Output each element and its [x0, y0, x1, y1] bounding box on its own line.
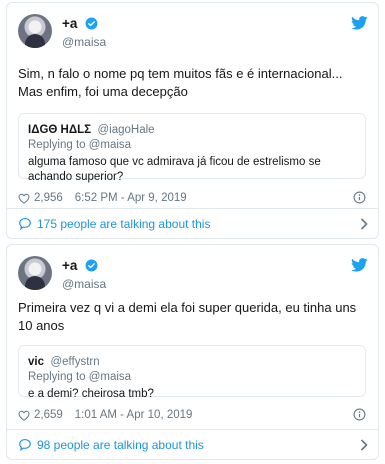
- quoted-name: vic: [28, 356, 44, 368]
- like-count[interactable]: 2,659: [34, 409, 63, 421]
- quoted-tweet[interactable]: vic @effystrn Replying to @maisa e a dem…: [18, 345, 366, 400]
- heart-icon[interactable]: [18, 193, 30, 204]
- conversation-link[interactable]: 98 people are talking about this: [7, 429, 378, 459]
- comment-bubble-icon: [19, 217, 31, 230]
- tweet-meta: 2,956 6:52 PM - Apr 9, 2019: [18, 190, 366, 206]
- tweet-meta: 2,659 1:01 AM - Apr 10, 2019: [18, 407, 366, 423]
- quoted-handle: @effystrn: [50, 356, 100, 368]
- replying-to[interactable]: Replying to @maisa: [28, 371, 356, 383]
- handle[interactable]: @maisa: [62, 35, 106, 49]
- replying-to[interactable]: Replying to @maisa: [28, 139, 356, 151]
- avatar[interactable]: [18, 14, 52, 48]
- chevron-right-icon[interactable]: [360, 439, 368, 451]
- twitter-bird-icon[interactable]: [351, 16, 368, 30]
- quoted-tweet[interactable]: ΙΔGΘ HΔLΣ @iagoHale Replying to @maisa a…: [18, 113, 366, 183]
- quoted-handle: @iagoHale: [97, 124, 155, 136]
- timestamp[interactable]: 6:52 PM - Apr 9, 2019: [75, 192, 187, 204]
- tweet-header: +a @maisa: [18, 14, 368, 49]
- author-info[interactable]: +a @maisa: [62, 257, 106, 291]
- verified-badge-icon: [85, 259, 98, 272]
- tweet-text: Sim, n falo o nome pq tem muitos fãs e é…: [18, 66, 343, 99]
- display-name[interactable]: +a: [62, 258, 77, 273]
- handle[interactable]: @maisa: [62, 277, 106, 291]
- tweet-card-1: +a @maisa Sim, n falo o nome pq tem muit…: [6, 2, 379, 239]
- quoted-text: alguma famoso que vc admirava já ficou d…: [28, 156, 321, 183]
- quoted-text: e a demi? cheirosa tmb?: [28, 388, 154, 400]
- like-count[interactable]: 2,956: [34, 192, 63, 204]
- tweet-text: Primeira vez q vi a demi ela foi super q…: [18, 300, 357, 333]
- tweet-card-2: +a @maisa Primeira vez q vi a demi ela f…: [6, 244, 379, 460]
- chevron-right-icon[interactable]: [360, 218, 368, 230]
- quoted-author: ΙΔGΘ HΔLΣ @iagoHale: [28, 120, 356, 138]
- talking-count[interactable]: 98 people are talking about this: [37, 438, 204, 452]
- talking-count[interactable]: 175 people are talking about this: [37, 217, 210, 231]
- heart-icon[interactable]: [18, 410, 30, 421]
- verified-badge-icon: [85, 17, 98, 30]
- conversation-link[interactable]: 175 people are talking about this: [7, 208, 378, 238]
- twitter-bird-icon[interactable]: [351, 258, 368, 272]
- quoted-author: vic @effystrn: [28, 352, 356, 370]
- comment-bubble-icon: [19, 438, 31, 451]
- display-name[interactable]: +a: [62, 16, 77, 31]
- author-info[interactable]: +a @maisa: [62, 15, 106, 49]
- tweet-header: +a @maisa: [18, 256, 368, 291]
- info-icon[interactable]: [353, 408, 366, 421]
- timestamp[interactable]: 1:01 AM - Apr 10, 2019: [75, 409, 193, 421]
- info-icon[interactable]: [353, 191, 366, 204]
- quoted-name: ΙΔGΘ HΔLΣ: [28, 124, 92, 136]
- avatar[interactable]: [18, 256, 52, 290]
